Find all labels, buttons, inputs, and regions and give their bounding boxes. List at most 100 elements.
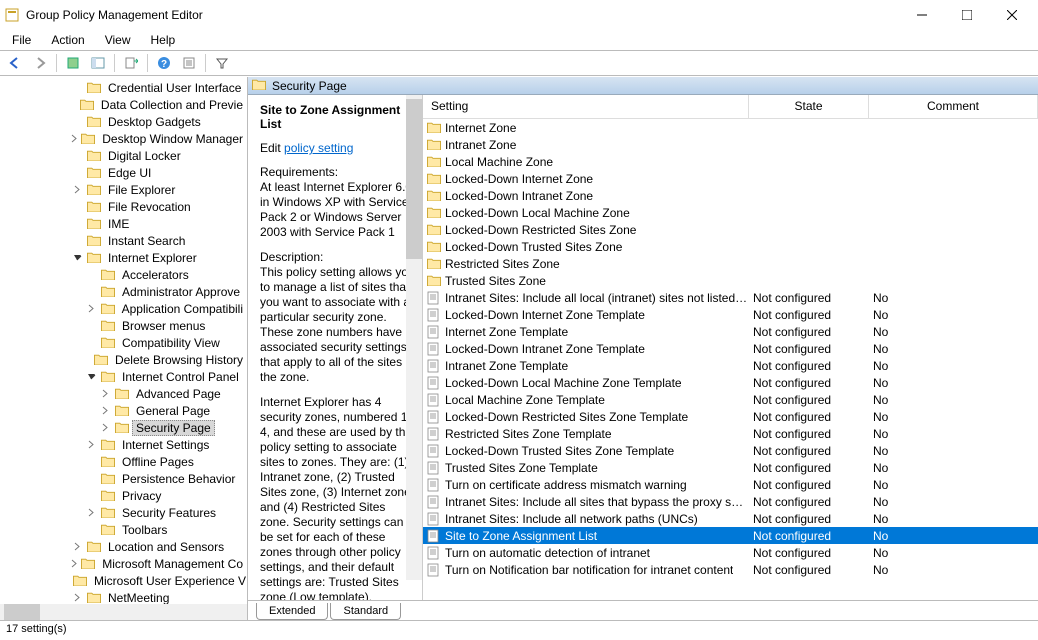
horizontal-scrollbar[interactable] xyxy=(0,604,247,620)
tree-node[interactable]: Instant Search xyxy=(0,232,247,249)
expand-icon[interactable] xyxy=(84,440,98,449)
tree-node[interactable]: Data Collection and Previe xyxy=(0,96,247,113)
tree-node[interactable]: Compatibility View xyxy=(0,334,247,351)
list-setting-row[interactable]: Locked-Down Restricted Sites Zone Templa… xyxy=(423,408,1038,425)
tree-node[interactable]: Edge UI xyxy=(0,164,247,181)
tree-node-label: Security Page xyxy=(132,420,215,436)
list-folder-row[interactable]: Restricted Sites Zone xyxy=(423,255,1038,272)
list-folder-row[interactable]: Trusted Sites Zone xyxy=(423,272,1038,289)
list-setting-row[interactable]: Intranet Zone TemplateNot configuredNo xyxy=(423,357,1038,374)
tree-node[interactable]: Credential User Interface xyxy=(0,79,247,96)
tree-node[interactable]: Offline Pages xyxy=(0,453,247,470)
column-setting[interactable]: Setting xyxy=(423,95,749,118)
folder-icon xyxy=(101,285,115,299)
tree-node[interactable]: Internet Settings xyxy=(0,436,247,453)
tree-node[interactable]: IME xyxy=(0,215,247,232)
folder-icon xyxy=(101,523,115,537)
list-setting-row[interactable]: Locked-Down Internet Zone TemplateNot co… xyxy=(423,306,1038,323)
row-name: Intranet Zone xyxy=(445,138,516,152)
list-setting-row[interactable]: Site to Zone Assignment ListNot configur… xyxy=(423,527,1038,544)
list-setting-row[interactable]: Turn on Notification bar notification fo… xyxy=(423,561,1038,578)
list-folder-row[interactable]: Local Machine Zone xyxy=(423,153,1038,170)
list-setting-row[interactable]: Restricted Sites Zone TemplateNot config… xyxy=(423,425,1038,442)
expand-icon[interactable] xyxy=(70,559,78,568)
maximize-button[interactable] xyxy=(944,1,989,29)
tree-node[interactable]: Desktop Gadgets xyxy=(0,113,247,130)
expand-icon[interactable] xyxy=(70,185,84,194)
list-setting-row[interactable]: Internet Zone TemplateNot configuredNo xyxy=(423,323,1038,340)
list-setting-row[interactable]: Intranet Sites: Include all network path… xyxy=(423,510,1038,527)
menu-action[interactable]: Action xyxy=(43,31,92,49)
tree-node[interactable]: File Revocation xyxy=(0,198,247,215)
tree-node[interactable]: Location and Sensors xyxy=(0,538,247,555)
forward-button[interactable] xyxy=(29,52,51,74)
action-button[interactable] xyxy=(62,52,84,74)
tree-node[interactable]: Browser menus xyxy=(0,317,247,334)
expand-icon[interactable] xyxy=(70,134,78,143)
tree-node[interactable]: Internet Explorer xyxy=(0,249,247,266)
list-setting-row[interactable]: Locked-Down Trusted Sites Zone TemplateN… xyxy=(423,442,1038,459)
tree-node[interactable]: Accelerators xyxy=(0,266,247,283)
edit-policy-link[interactable]: policy setting xyxy=(284,141,353,155)
tab-extended[interactable]: Extended xyxy=(256,603,328,620)
export-button[interactable] xyxy=(120,52,142,74)
menu-file[interactable]: File xyxy=(4,31,39,49)
list-setting-row[interactable]: Trusted Sites Zone TemplateNot configure… xyxy=(423,459,1038,476)
tree-node[interactable]: Delete Browsing History xyxy=(0,351,247,368)
expand-icon[interactable] xyxy=(98,423,112,432)
list-folder-row[interactable]: Locked-Down Internet Zone xyxy=(423,170,1038,187)
expand-icon[interactable] xyxy=(84,304,98,313)
list-setting-row[interactable]: Locked-Down Local Machine Zone TemplateN… xyxy=(423,374,1038,391)
menu-view[interactable]: View xyxy=(97,31,139,49)
list-setting-row[interactable]: Locked-Down Intranet Zone TemplateNot co… xyxy=(423,340,1038,357)
tree-pane[interactable]: Credential User InterfaceData Collection… xyxy=(0,77,248,620)
tree-node[interactable]: Privacy xyxy=(0,487,247,504)
list-header[interactable]: Setting State Comment xyxy=(423,95,1038,119)
tree-node[interactable]: Internet Control Panel xyxy=(0,368,247,385)
minimize-button[interactable] xyxy=(899,1,944,29)
column-comment[interactable]: Comment xyxy=(869,95,1038,118)
tree-node[interactable]: General Page xyxy=(0,402,247,419)
expand-icon[interactable] xyxy=(98,406,112,415)
expand-icon[interactable] xyxy=(98,389,112,398)
tree-node[interactable]: Microsoft User Experience V xyxy=(0,572,247,589)
tree-node[interactable]: Desktop Window Manager xyxy=(0,130,247,147)
expand-icon[interactable] xyxy=(70,593,84,602)
expand-icon[interactable] xyxy=(70,542,84,551)
description-scrollbar[interactable] xyxy=(406,95,422,580)
list-folder-row[interactable]: Internet Zone xyxy=(423,119,1038,136)
collapse-icon[interactable] xyxy=(70,255,84,261)
list-folder-row[interactable]: Locked-Down Local Machine Zone xyxy=(423,204,1038,221)
list-setting-row[interactable]: Local Machine Zone TemplateNot configure… xyxy=(423,391,1038,408)
properties-button[interactable] xyxy=(178,52,200,74)
list-setting-row[interactable]: Intranet Sites: Include all local (intra… xyxy=(423,289,1038,306)
tree-node[interactable]: Digital Locker xyxy=(0,147,247,164)
list-setting-row[interactable]: Turn on certificate address mismatch war… xyxy=(423,476,1038,493)
back-button[interactable] xyxy=(4,52,26,74)
tree-node[interactable]: Security Page xyxy=(0,419,247,436)
help-button[interactable]: ? xyxy=(153,52,175,74)
show-hide-tree-button[interactable] xyxy=(87,52,109,74)
tab-standard[interactable]: Standard xyxy=(330,603,401,620)
close-button[interactable] xyxy=(989,1,1034,29)
tree-node[interactable]: Toolbars xyxy=(0,521,247,538)
collapse-icon[interactable] xyxy=(84,374,98,380)
tree-node[interactable]: Advanced Page xyxy=(0,385,247,402)
list-folder-row[interactable]: Locked-Down Intranet Zone xyxy=(423,187,1038,204)
list-folder-row[interactable]: Locked-Down Restricted Sites Zone xyxy=(423,221,1038,238)
list-setting-row[interactable]: Turn on automatic detection of intranetN… xyxy=(423,544,1038,561)
list-setting-row[interactable]: Intranet Sites: Include all sites that b… xyxy=(423,493,1038,510)
expand-icon[interactable] xyxy=(84,508,98,517)
tree-node[interactable]: Persistence Behavior xyxy=(0,470,247,487)
folder-icon xyxy=(87,149,101,163)
filter-button[interactable] xyxy=(211,52,233,74)
menu-help[interactable]: Help xyxy=(143,31,184,49)
tree-node[interactable]: Administrator Approve xyxy=(0,283,247,300)
list-folder-row[interactable]: Locked-Down Trusted Sites Zone xyxy=(423,238,1038,255)
list-folder-row[interactable]: Intranet Zone xyxy=(423,136,1038,153)
tree-node[interactable]: File Explorer xyxy=(0,181,247,198)
tree-node[interactable]: Application Compatibili xyxy=(0,300,247,317)
column-state[interactable]: State xyxy=(749,95,869,118)
tree-node[interactable]: Security Features xyxy=(0,504,247,521)
tree-node[interactable]: Microsoft Management Co xyxy=(0,555,247,572)
